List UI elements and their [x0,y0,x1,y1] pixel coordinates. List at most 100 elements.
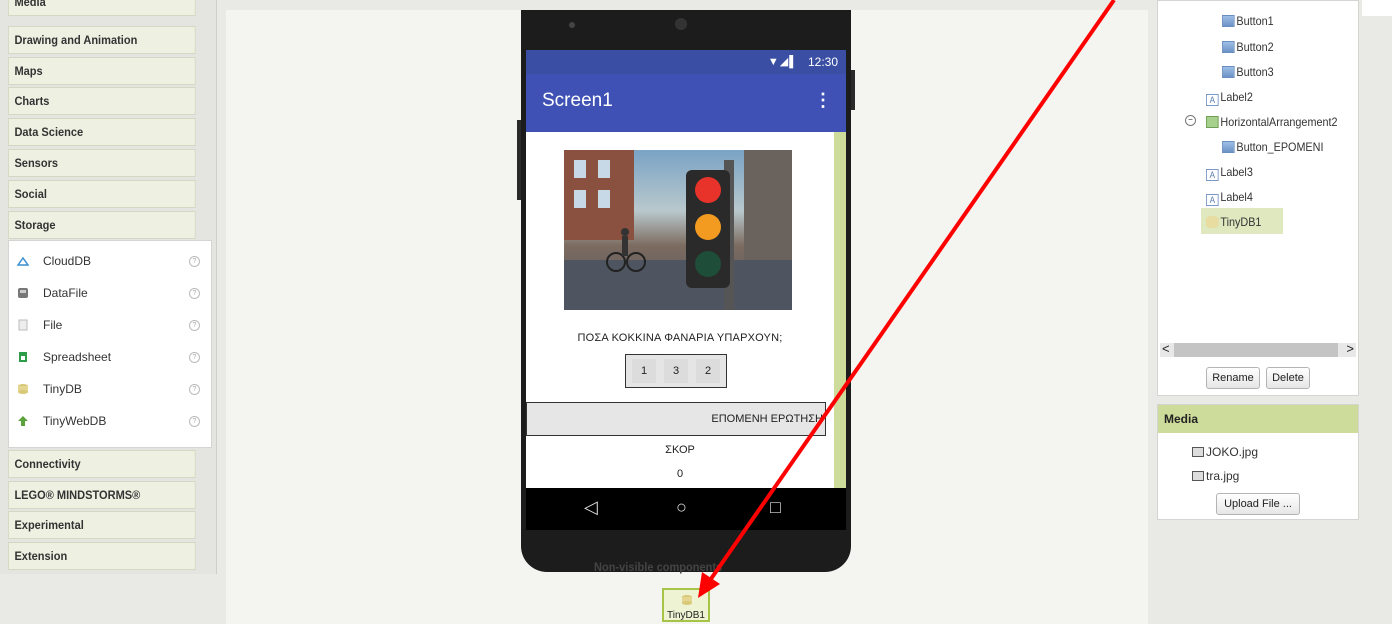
answers-arrangement: 1 3 2 [625,354,727,388]
image-file-icon [1192,471,1204,481]
datafile-icon [18,288,28,298]
rename-button[interactable]: Rename [1206,367,1260,389]
label-icon: A [1206,169,1219,181]
palette-item-label: CloudDB [43,254,92,268]
tree-item-horizontalarrangement2[interactable]: HorizontalArrangement2 [1206,114,1337,130]
category-social[interactable]: Social [8,180,196,208]
category-experimental[interactable]: Experimental [8,511,196,539]
category-media[interactable]: Media [8,0,196,16]
screen-scrollbar[interactable] [834,132,846,488]
next-question-button[interactable]: ΕΠΟΜΕΝΗ ΕΡΩΤΗΣΗ [526,402,826,436]
media-file-joko[interactable]: JOKO.jpg [1192,445,1258,459]
spreadsheet-icon [19,352,27,362]
category-data-science[interactable]: Data Science [8,118,196,146]
tree-item-label4[interactable]: A Label4 [1206,189,1253,206]
media-file-tra[interactable]: tra.jpg [1192,469,1239,483]
recent-apps-icon[interactable]: □ [770,497,781,518]
tree-item-button1[interactable]: Button1 [1222,13,1274,29]
button-icon [1222,41,1235,53]
palette-item-label: TinyDB [43,382,82,396]
tree-horizontal-scrollbar[interactable]: < > [1160,341,1356,357]
tinydb-icon [18,384,28,394]
media-panel-title: Media [1158,405,1358,433]
upload-file-button[interactable]: Upload File ... [1216,493,1300,515]
answer-button-1[interactable]: 1 [632,359,656,383]
tree-item-button2[interactable]: Button2 [1222,39,1274,55]
scroll-right-icon[interactable]: > [1346,341,1354,356]
media-panel: Media JOKO.jpg tra.jpg Upload File ... [1157,404,1359,520]
help-icon[interactable]: ? [189,320,200,331]
non-visible-tinydb1[interactable]: TinyDB1 [662,588,710,622]
tinydb-icon [1206,216,1219,228]
help-icon[interactable]: ? [189,352,200,363]
scroll-left-icon[interactable]: < [1162,341,1170,356]
phone-camera [675,18,687,30]
button-icon [1222,15,1235,27]
right-edge-panel [1362,0,1392,16]
help-icon[interactable]: ? [189,256,200,267]
cloud-icon [17,256,29,266]
storage-component-list: CloudDB ? DataFile ? File ? Spreadsheet … [8,240,212,448]
category-lego-mindstorms[interactable]: LEGO® MINDSTORMS® [8,481,196,509]
tree-item-label3[interactable]: A Label3 [1206,164,1253,181]
label-icon: A [1206,194,1219,206]
collapse-toggle-icon[interactable]: − [1185,115,1196,126]
answer-button-3[interactable]: 2 [696,359,720,383]
palette-item-clouddb[interactable]: CloudDB ? [9,245,211,277]
delete-button[interactable]: Delete [1266,367,1310,389]
question-label: ΠΟΣΑ ΚΟΚΚΙΝΑ ΦΑΝΑΡΙΑ ΥΠΑΡΧΟΥΝ; [577,332,783,344]
help-icon[interactable]: ? [189,288,200,299]
components-tree-panel: Button1 Button2 Button3 A Label2 − Horizo… [1157,0,1359,396]
tree-item-tinydb1[interactable]: TinyDB1 [1206,214,1261,230]
signal-battery-icons: ▼◢▌ [767,56,798,68]
tree-item-label2[interactable]: A Label2 [1206,89,1253,106]
palette-panel: Media Drawing and Animation Maps Charts … [0,0,217,574]
score-label: ΣΚΟΡ [665,444,695,456]
tree-item-button-epomeni[interactable]: Button_EPOMENI [1222,139,1323,155]
file-icon [18,319,28,331]
palette-item-tinywebdb[interactable]: TinyWebDB ? [9,405,211,437]
back-icon[interactable]: ◁ [584,497,598,518]
button-icon [1222,141,1235,153]
category-extension[interactable]: Extension [8,542,196,570]
status-time: 12:30 [807,55,838,69]
help-icon[interactable]: ? [189,384,200,395]
status-bar: ▼◢▌ 12:30 [526,50,846,74]
phone-side-button [851,70,855,110]
android-nav-bar: ◁ ○ □ [526,488,846,530]
overflow-menu-icon[interactable]: ⋮ [814,90,832,111]
image-file-icon [1192,447,1204,457]
category-connectivity[interactable]: Connectivity [8,450,196,478]
app-title-bar: Screen1 ⋮ [526,74,846,132]
button-icon [1222,66,1235,78]
category-storage[interactable]: Storage [8,211,196,239]
phone-preview: ▼◢▌ 12:30 Screen1 ⋮ ΠΟΣΑ ΚΟΚΚΙΝΑ ΦΑΝΑΡΙΑ… [517,10,855,572]
phone-side-button [517,120,521,200]
palette-item-datafile[interactable]: DataFile ? [9,277,211,309]
tree-item-button3[interactable]: Button3 [1222,64,1274,80]
traffic-light-image[interactable] [564,150,792,310]
tinywebdb-icon [18,416,28,426]
palette-item-label: TinyWebDB [43,414,107,428]
palette-item-label: Spreadsheet [43,350,112,364]
traffic-light-photo-icon [564,150,792,310]
category-drawing-and-animation[interactable]: Drawing and Animation [8,26,196,54]
category-maps[interactable]: Maps [8,57,196,85]
category-sensors[interactable]: Sensors [8,149,196,177]
home-icon[interactable]: ○ [676,497,687,518]
screen-title: Screen1 [542,90,613,111]
category-charts[interactable]: Charts [8,87,196,115]
palette-item-tinydb[interactable]: TinyDB ? [9,373,211,405]
score-value: 0 [676,468,684,480]
help-icon[interactable]: ? [189,416,200,427]
phone-sensor [569,22,575,28]
tinydb-icon [682,595,692,605]
palette-item-label: DataFile [43,286,88,300]
scrollbar-thumb[interactable] [1174,343,1338,357]
label-icon: A [1206,94,1219,106]
palette-item-spreadsheet[interactable]: Spreadsheet ? [9,341,211,373]
palette-item-file[interactable]: File ? [9,309,211,341]
answer-button-2[interactable]: 3 [664,359,688,383]
screen-content: ΠΟΣΑ ΚΟΚΚΙΝΑ ΦΑΝΑΡΙΑ ΥΠΑΡΧΟΥΝ; 1 3 2 ΕΠΟ… [526,132,846,488]
horizontal-arrangement-icon [1206,116,1219,128]
